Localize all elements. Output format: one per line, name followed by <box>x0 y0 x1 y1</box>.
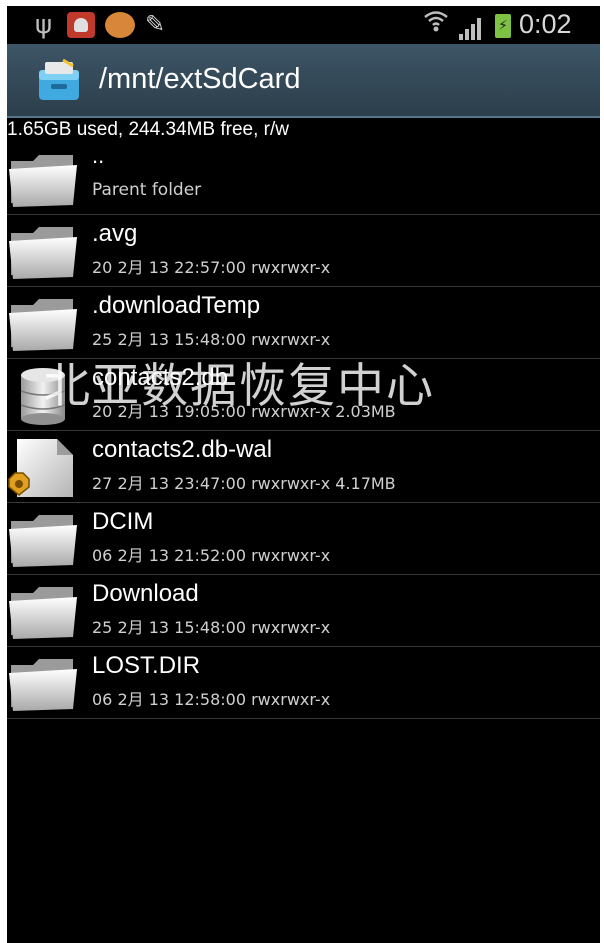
file-meta: 20 2月 13 19:05:00 rwxrwxr-x 2.03MB <box>92 402 396 421</box>
list-item[interactable]: Download 25 2月 13 15:48:00 rwxrwxr-x <box>7 575 600 647</box>
wifi-icon <box>423 8 449 40</box>
file-name: contacts2.db <box>92 364 229 391</box>
folder-icon <box>7 223 79 281</box>
list-item[interactable]: contacts2.db 20 2月 13 19:05:00 rwxrwxr-x… <box>7 359 600 431</box>
folder-icon <box>7 295 79 353</box>
file-meta: 06 2月 13 21:52:00 rwxrwxr-x <box>92 546 331 565</box>
file-name: Download <box>92 580 199 607</box>
folder-icon <box>7 583 79 641</box>
battery-icon: ⚡ <box>495 14 511 38</box>
pencil-icon: ✎ <box>145 10 166 38</box>
file-name: .downloadTemp <box>92 292 261 319</box>
file-meta: 25 2月 13 15:48:00 rwxrwxr-x <box>92 330 331 349</box>
folder-icon <box>7 655 79 713</box>
file-meta: 25 2月 13 15:48:00 rwxrwxr-x <box>92 618 331 637</box>
file-meta: 06 2月 13 12:58:00 rwxrwxr-x <box>92 690 331 709</box>
list-item[interactable]: contacts2.db-wal 27 2月 13 23:47:00 rwxrw… <box>7 431 600 503</box>
folder-icon <box>7 511 79 569</box>
notification-icon <box>105 12 135 38</box>
file-list: .. Parent folder .avg 20 2月 13 22:57:00 … <box>7 143 600 719</box>
status-time: 0:02 <box>519 9 572 39</box>
file-meta: 27 2月 13 23:47:00 rwxrwxr-x 4.17MB <box>92 474 396 493</box>
action-bar: /mnt/extSdCard <box>7 44 600 118</box>
file-name: .avg <box>92 220 138 247</box>
database-icon <box>7 367 79 425</box>
file-name: contacts2.db-wal <box>92 436 273 463</box>
status-bar: ψ ✎ ⚡ 0:02 <box>7 6 600 44</box>
file-name: .. <box>92 143 105 168</box>
current-path-title: /mnt/extSdCard <box>99 63 301 95</box>
list-item[interactable]: .avg 20 2月 13 22:57:00 rwxrwxr-x <box>7 215 600 287</box>
phone-screen: ψ ✎ ⚡ 0:02 /mnt/extSdCard 1.65GB used, 2… <box>7 6 600 943</box>
storage-info: 1.65GB used, 244.34MB free, r/w <box>7 119 289 140</box>
list-item[interactable]: .downloadTemp 25 2月 13 15:48:00 rwxrwxr-… <box>7 287 600 359</box>
folder-icon <box>7 151 79 209</box>
signal-icon <box>459 18 483 40</box>
file-icon <box>7 439 79 497</box>
file-meta: 20 2月 13 22:57:00 rwxrwxr-x <box>92 258 331 277</box>
usb-icon: ψ <box>35 10 53 40</box>
file-name: LOST.DIR <box>92 652 201 679</box>
file-meta: Parent folder <box>92 180 202 200</box>
list-item[interactable]: LOST.DIR 06 2月 13 12:58:00 rwxrwxr-x <box>7 647 600 719</box>
notification-icon <box>67 12 95 38</box>
file-manager-icon[interactable] <box>37 58 81 102</box>
file-name: DCIM <box>92 508 154 535</box>
list-item[interactable]: DCIM 06 2月 13 21:52:00 rwxrwxr-x <box>7 503 600 575</box>
list-item-parent-folder[interactable]: .. Parent folder <box>7 143 600 215</box>
